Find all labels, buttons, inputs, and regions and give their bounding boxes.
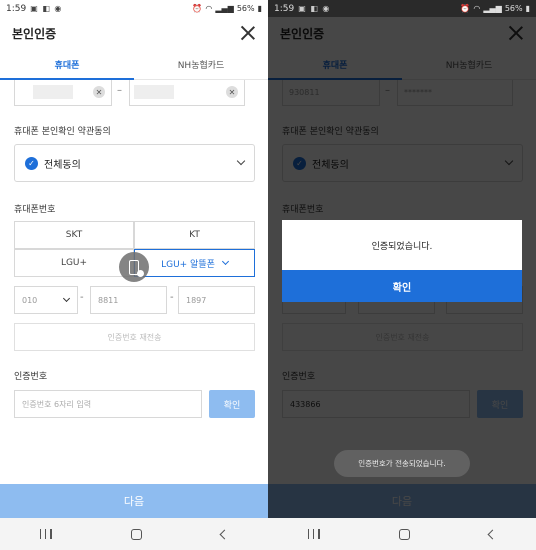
agreement-value: 전체동의 (44, 159, 81, 171)
phone-middle-input[interactable]: 8811 (90, 286, 167, 314)
home-icon[interactable] (130, 528, 142, 540)
alarm-icon: ⏰ (460, 4, 471, 13)
check-icon: ✓ (25, 156, 38, 170)
masked-value (33, 85, 73, 99)
id-back-input[interactable]: ✕ (129, 80, 245, 106)
signal-icon: ▂▄▆ (215, 4, 234, 13)
phone-icon (129, 259, 144, 277)
phone-last-input[interactable]: 1897 (178, 286, 255, 314)
dash-separator: – (117, 85, 122, 96)
auth-tabs: 휴대폰 NH농협카드 (0, 49, 268, 80)
masked-value (134, 85, 174, 99)
code-label: 인증번호 (14, 372, 48, 382)
code-placeholder: 인증번호 6자리 입력 (22, 399, 92, 409)
system-nav-bar (268, 518, 536, 550)
status-bar: 1:59 ▣ ◧ ◉ ⏰ ◠ ▂▄▆ 56% ▮ (0, 0, 268, 17)
recent-apps-icon[interactable] (39, 529, 52, 539)
chevron-down-icon (221, 257, 229, 266)
home-icon[interactable] (398, 528, 410, 540)
clear-icon[interactable]: ✕ (226, 86, 238, 98)
dialog-ok-button[interactable]: 확인 (282, 270, 522, 302)
carrier-lgu-mvno[interactable]: LGU+ 알뜰폰 (134, 249, 255, 277)
system-nav-bar (0, 518, 268, 550)
birthdate-input[interactable]: ✕ (14, 80, 112, 106)
resend-code-button[interactable]: 인증번호 재전송 (14, 323, 255, 351)
phone-last-value: 1897 (186, 295, 207, 305)
dash-separator: - (80, 292, 84, 303)
agreement-label: 휴대폰 본인확인 약관동의 (14, 127, 111, 137)
back-icon[interactable] (487, 529, 498, 539)
carrier-kt[interactable]: KT (134, 221, 255, 249)
notification-icons: ▣ ◧ ◉ (30, 4, 63, 13)
floating-phone-icon[interactable] (119, 252, 149, 282)
right-screen: 1:59 ▣ ◧ ◉ ⏰ ◠ ▂▄▆ 56% ▮ 본인인증 휴대폰 NH농협카드… (268, 0, 536, 550)
phone-prefix-select[interactable]: 010 (14, 286, 78, 314)
alarm-icon: ⏰ (192, 4, 203, 13)
code-confirm-button[interactable]: 확인 (209, 390, 255, 418)
code-input[interactable]: 인증번호 6자리 입력 (14, 390, 202, 418)
carrier-lgu[interactable]: LGU+ (14, 249, 134, 277)
battery-icon: ▮ (257, 4, 262, 13)
wifi-icon: ◠ (205, 4, 213, 13)
carrier-lgu-mvno-label: LGU+ 알뜰폰 (161, 259, 215, 270)
battery-icon: ▮ (525, 4, 530, 13)
back-icon[interactable] (219, 529, 230, 539)
tab-phone[interactable]: 휴대폰 (0, 49, 134, 80)
carrier-skt[interactable]: SKT (14, 221, 134, 249)
phone-middle-value: 8811 (98, 295, 119, 305)
left-screen: 1:59 ▣ ◧ ◉ ⏰ ◠ ▂▄▆ 56% ▮ 본인인증 휴대폰 NH농협카드… (0, 0, 268, 550)
status-time: 1:59 (6, 3, 27, 14)
screenshot-stage: 1:59 ▣ ◧ ◉ ⏰ ◠ ▂▄▆ 56% ▮ 본인인증 휴대폰 NH농협카드… (0, 0, 536, 550)
phone-prefix-value: 010 (22, 295, 38, 305)
notification-icons: ▣ ◧ ◉ (298, 4, 331, 13)
status-time: 1:59 (274, 3, 295, 14)
chevron-down-icon (236, 156, 246, 166)
recent-apps-icon[interactable] (307, 529, 320, 539)
verified-dialog: 인증되었습니다. 확인 (282, 220, 522, 302)
page-title: 본인인증 (12, 26, 57, 41)
phone-label: 휴대폰번호 (14, 205, 56, 215)
clear-icon[interactable]: ✕ (93, 86, 105, 98)
wifi-icon: ◠ (473, 4, 481, 13)
tab-nh-card[interactable]: NH농협카드 (134, 49, 268, 79)
status-bar: 1:59 ▣ ◧ ◉ ⏰ ◠ ▂▄▆ 56% ▮ (268, 0, 536, 17)
close-icon[interactable] (240, 25, 256, 41)
agreement-select[interactable]: ✓ 전체동의 (14, 144, 255, 182)
battery-level: 56% (504, 4, 523, 13)
chevron-down-icon (62, 294, 71, 303)
toast-message: 인증번호가 전송되었습니다. (334, 450, 470, 477)
app-header: 본인인증 (0, 17, 268, 49)
signal-icon: ▂▄▆ (483, 4, 502, 13)
dialog-message: 인증되었습니다. (371, 241, 433, 252)
next-button[interactable]: 다음 (0, 484, 268, 518)
dash-separator: - (170, 292, 174, 303)
battery-level: 56% (236, 4, 255, 13)
